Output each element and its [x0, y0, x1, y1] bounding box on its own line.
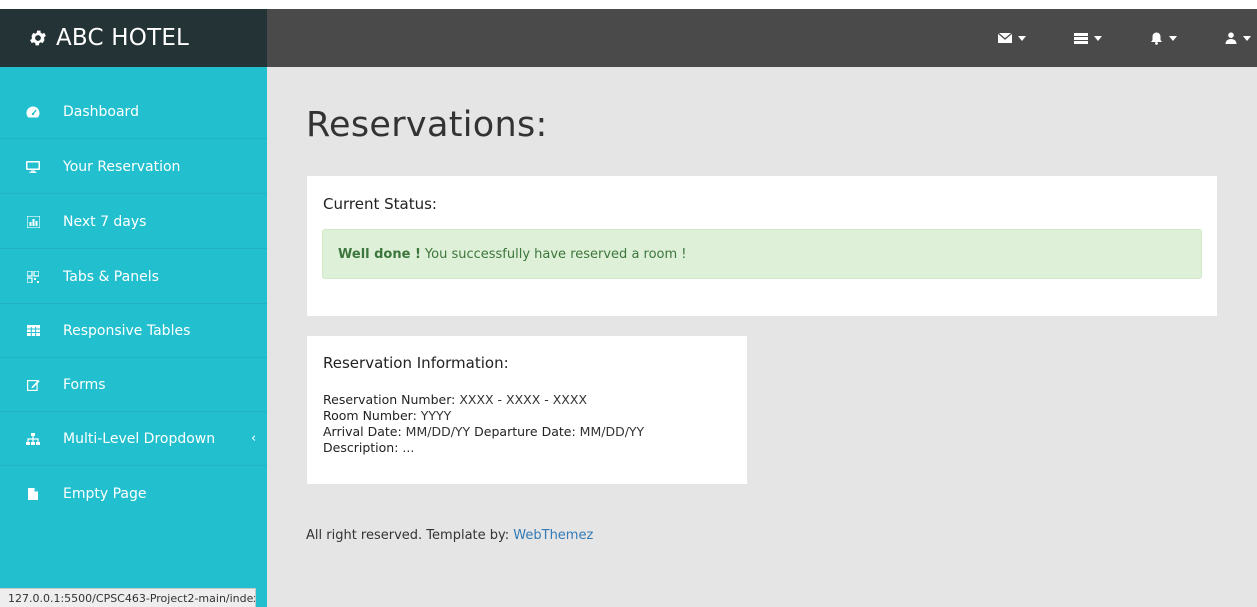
user-dropdown[interactable]: [1225, 9, 1251, 67]
sidebar-item-label: Empty Page: [63, 486, 147, 502]
sidebar-item-empty-page[interactable]: Empty Page: [0, 467, 267, 521]
sidebar-item-label: Your Reservation: [63, 158, 181, 175]
field-label: Reservation Number:: [323, 392, 456, 407]
sidebar-item-label: Forms: [63, 376, 106, 393]
dashboard-icon: [26, 105, 40, 119]
user-icon: [1225, 32, 1237, 44]
webthemez-link[interactable]: WebThemez: [513, 528, 593, 543]
footer-text: All right reserved. Template by:: [306, 528, 510, 543]
sidebar: Dashboard Your Reservation Next 7 days T…: [0, 67, 267, 607]
bar-chart-icon: [26, 215, 40, 229]
alerts-dropdown[interactable]: [1150, 9, 1177, 67]
sidebar-item-responsive-tables[interactable]: Responsive Tables: [0, 304, 267, 358]
page-title: Reservations:: [306, 105, 548, 145]
sidebar-item-multi-level-dropdown[interactable]: Multi-Level Dropdown ‹: [0, 412, 267, 466]
desktop-icon: [26, 160, 40, 174]
field-label: Arrival Date:: [323, 424, 402, 439]
sidebar-item-label: Dashboard: [63, 103, 139, 120]
envelope-icon: [998, 33, 1012, 43]
sidebar-item-label: Responsive Tables: [63, 322, 191, 339]
bell-icon: [1151, 32, 1162, 45]
reservation-info-panel: Reservation Information: Reservation Num…: [307, 336, 747, 484]
field-label: Description:: [323, 440, 399, 455]
current-status-panel: Current Status: Well done ! You successf…: [307, 176, 1217, 316]
alert-strong-text: Well done !: [338, 246, 421, 262]
table-icon: [26, 324, 40, 338]
reservation-details: Reservation Number: XXXX - XXXX - XXXX R…: [323, 392, 644, 456]
description-row: Description: ...: [323, 440, 644, 456]
page-footer: All right reserved. Template by: WebThem…: [306, 528, 593, 543]
reservation-number-value: XXXX - XXXX - XXXX: [459, 392, 588, 407]
sidebar-item-label: Tabs & Panels: [63, 268, 159, 285]
tasks-icon: [1074, 32, 1088, 44]
panel-heading: Current Status:: [323, 195, 437, 213]
qrcode-icon: [26, 270, 40, 284]
dates-row: Arrival Date: MM/DD/YY Departure Date: M…: [323, 424, 644, 440]
chevron-down-icon: [1018, 35, 1026, 41]
edit-icon: [26, 378, 40, 392]
field-label: Departure Date:: [474, 424, 576, 439]
sitemap-icon: [26, 432, 40, 446]
sidebar-item-next-7-days[interactable]: Next 7 days: [0, 195, 267, 249]
sidebar-item-label: Next 7 days: [63, 213, 147, 230]
panel-heading: Reservation Information:: [323, 354, 509, 372]
messages-dropdown[interactable]: [998, 9, 1026, 67]
file-icon: [26, 487, 40, 501]
brand-logo[interactable]: ABC HOTEL: [0, 9, 267, 67]
sidebar-item-forms[interactable]: Forms: [0, 358, 267, 412]
sidebar-item-tabs-panels[interactable]: Tabs & Panels: [0, 250, 267, 304]
chevron-left-icon: ‹: [251, 431, 257, 446]
sidebar-item-label: Multi-Level Dropdown: [63, 430, 216, 447]
reservation-number-row: Reservation Number: XXXX - XXXX - XXXX: [323, 392, 644, 408]
tasks-dropdown[interactable]: [1074, 9, 1102, 67]
departure-date-value: MM/DD/YY: [579, 424, 645, 439]
chevron-down-icon: [1169, 35, 1177, 41]
sidebar-item-dashboard[interactable]: Dashboard: [0, 85, 267, 139]
alert-message: You successfully have reserved a room !: [424, 246, 687, 262]
brand-title: ABC HOTEL: [56, 25, 190, 51]
field-label: Room Number:: [323, 408, 417, 423]
arrival-date-value: MM/DD/YY: [405, 424, 471, 439]
room-number-value: YYYY: [420, 408, 452, 423]
browser-top-edge: [0, 0, 1257, 9]
room-number-row: Room Number: YYYY: [323, 408, 644, 424]
top-navbar: ABC HOTEL: [0, 9, 1257, 67]
description-value: ...: [402, 440, 415, 455]
chevron-down-icon: [1243, 35, 1251, 41]
sidebar-item-your-reservation[interactable]: Your Reservation: [0, 140, 267, 194]
chevron-down-icon: [1094, 35, 1102, 41]
success-alert: Well done ! You successfully have reserv…: [322, 229, 1202, 279]
browser-status-bar: 127.0.0.1:5500/CPSC463-Project2-main/ind…: [0, 588, 256, 607]
gear-icon: [30, 30, 46, 46]
